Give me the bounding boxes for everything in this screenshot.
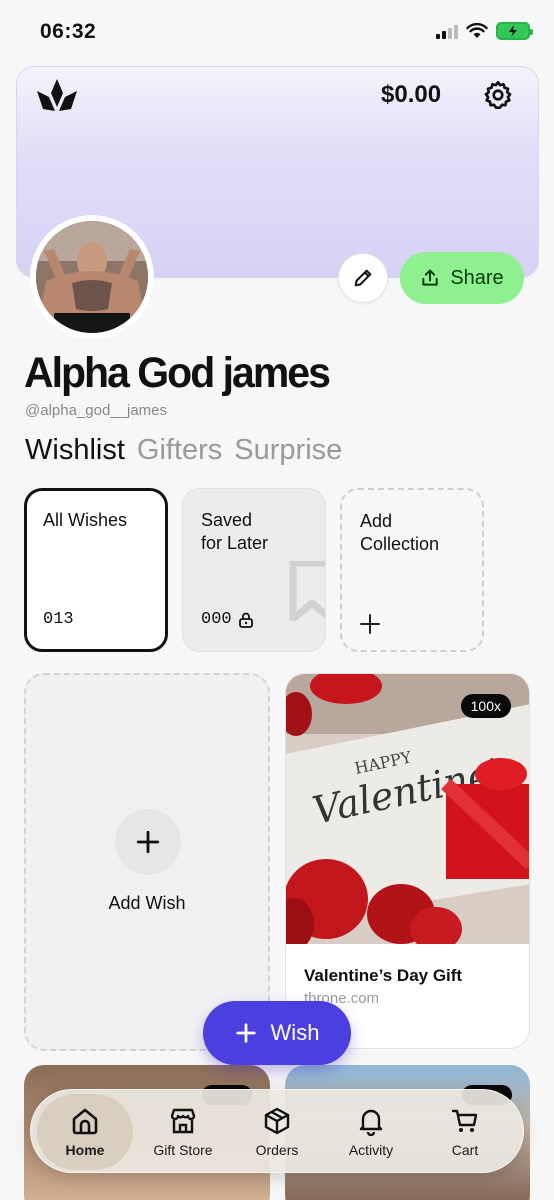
status-icons	[436, 22, 533, 40]
collection-title-line1: Add	[360, 511, 393, 531]
collection-title-line2: for Later	[201, 533, 269, 553]
wish-title: Valentine’s Day Gift	[304, 966, 463, 985]
nav-activity[interactable]: Activity	[323, 1090, 419, 1174]
display-name: Alpha God james	[24, 348, 331, 397]
collection-title-line2: Collection	[360, 534, 440, 554]
add-collection-button[interactable]: Add Collection	[340, 488, 484, 652]
cart-icon	[451, 1109, 478, 1132]
collection-count: 000	[201, 608, 254, 631]
plus-icon	[360, 614, 380, 634]
add-wish-fab[interactable]: Wish	[203, 1001, 351, 1065]
collection-title: All Wishes	[43, 510, 128, 530]
nav-cart-label: Cart	[451, 1142, 479, 1158]
battery-icon	[496, 22, 533, 40]
nav-activity-label: Activity	[348, 1142, 394, 1158]
nav-gift-store[interactable]: Gift Store	[135, 1090, 231, 1174]
gear-icon[interactable]	[482, 79, 514, 111]
avatar-photo	[36, 221, 148, 333]
add-wish-tile[interactable]: Add Wish	[24, 673, 270, 1051]
bookmark-icon	[289, 561, 325, 621]
nav-cart[interactable]: Cart	[417, 1090, 513, 1174]
collection-count: 013	[43, 610, 74, 629]
store-icon	[170, 1108, 196, 1134]
avatar[interactable]	[30, 215, 154, 339]
profile-tabs: Wishlist Gifters Surprise	[25, 434, 342, 467]
wifi-icon	[466, 23, 488, 38]
nav-home-label: Home	[65, 1142, 105, 1158]
share-label: Share	[450, 266, 504, 289]
add-wish-label: Add Wish	[108, 893, 186, 913]
nav-orders-label: Orders	[255, 1142, 299, 1158]
collection-title-line1: Saved	[201, 510, 253, 530]
wish-image: HAPPY Valentine's Day 100x	[286, 674, 529, 944]
nav-home[interactable]: Home	[37, 1094, 133, 1170]
lock-icon	[238, 612, 253, 628]
tab-wishlist[interactable]: Wishlist	[25, 434, 125, 467]
plus-icon	[136, 830, 160, 854]
share-icon	[422, 269, 438, 286]
wish-card[interactable]: HAPPY Valentine's Day 100x Valentine’s D…	[285, 673, 530, 1049]
collection-saved-for-later[interactable]: Saved for Later 000	[182, 488, 326, 652]
tab-gifters[interactable]: Gifters	[137, 434, 222, 467]
home-icon	[72, 1108, 98, 1135]
plus-icon	[235, 1023, 256, 1043]
crown-icon[interactable]	[35, 77, 79, 117]
bottom-tab-bar: Home Gift Store Orders Activity Cart	[30, 1089, 524, 1173]
balance-amount[interactable]: $0.00	[381, 81, 441, 109]
signal-icon	[436, 23, 458, 39]
edit-profile-button[interactable]	[338, 253, 388, 303]
quantity-badge: 100x	[460, 694, 511, 718]
nav-gift-store-label: Gift Store	[153, 1142, 213, 1158]
collection-all-wishes[interactable]: All Wishes 013	[24, 488, 168, 652]
fab-label: Wish	[270, 1020, 320, 1045]
box-icon	[264, 1107, 290, 1135]
bell-icon	[359, 1109, 383, 1136]
add-wish-circle	[115, 809, 181, 875]
username-handle: @alpha_god__james	[25, 402, 167, 419]
tab-surprise[interactable]: Surprise	[234, 434, 342, 467]
share-button[interactable]: Share	[400, 252, 524, 304]
pencil-icon	[354, 269, 372, 287]
nav-orders[interactable]: Orders	[229, 1090, 325, 1174]
status-time: 06:32	[40, 20, 97, 43]
status-bar: 06:32	[0, 0, 554, 64]
